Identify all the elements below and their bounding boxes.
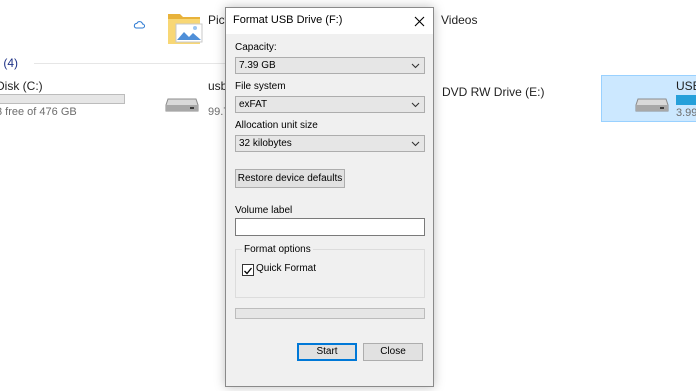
- usb-tile-free-space: 3.99: [676, 107, 696, 119]
- start-button[interactable]: Start: [297, 343, 357, 361]
- restore-defaults-button[interactable]: Restore device defaults: [235, 169, 345, 188]
- cloud-icon: [133, 19, 145, 33]
- dvd-drive-name[interactable]: DVD RW Drive (E:): [442, 85, 544, 99]
- pictures-folder-icon[interactable]: [166, 10, 204, 49]
- quick-format-label[interactable]: Quick Format: [256, 263, 316, 274]
- volume-label-input[interactable]: [235, 218, 425, 236]
- format-dialog: Format USB Drive (F:) Capacity: 7.39 GB …: [225, 7, 434, 387]
- filesystem-value: exFAT: [239, 99, 268, 110]
- quick-format-checkbox[interactable]: [242, 264, 254, 276]
- filesystem-label: File system: [235, 81, 286, 92]
- drive-c-usage-bar: [0, 94, 125, 104]
- capacity-dropdown[interactable]: 7.39 GB: [235, 57, 425, 74]
- usb-drive-icon: [634, 95, 670, 118]
- usb-tile-name: USB: [676, 79, 696, 93]
- usb-drive-tile-selected[interactable]: USB 3.99: [601, 75, 696, 122]
- checkmark-icon: [244, 267, 253, 275]
- chevron-down-icon: [411, 63, 420, 69]
- allocation-label: Allocation unit size: [235, 120, 318, 131]
- drive-c-name[interactable]: Disk (C:): [0, 79, 43, 93]
- allocation-value: 32 kilobytes: [239, 138, 292, 149]
- volume-label-label: Volume label: [235, 205, 293, 216]
- usb-drive-icon[interactable]: [164, 95, 200, 118]
- format-progress-bar: [235, 308, 425, 319]
- format-options-group: Format options Quick Format: [235, 244, 425, 298]
- devices-section-header[interactable]: s (4): [0, 56, 18, 70]
- dialog-title: Format USB Drive (F:): [233, 14, 343, 26]
- dialog-titlebar[interactable]: Format USB Drive (F:): [226, 8, 433, 34]
- drive-c-free-space: 3 free of 476 GB: [0, 106, 77, 118]
- usb-tile-usage-bar: [676, 95, 696, 105]
- section-divider: [34, 63, 234, 64]
- capacity-value: 7.39 GB: [239, 60, 276, 71]
- videos-label[interactable]: Videos: [441, 13, 477, 27]
- chevron-down-icon: [411, 141, 420, 147]
- chevron-down-icon: [411, 102, 420, 108]
- close-icon: [414, 16, 424, 26]
- filesystem-dropdown[interactable]: exFAT: [235, 96, 425, 113]
- allocation-dropdown[interactable]: 32 kilobytes: [235, 135, 425, 152]
- dialog-close-button[interactable]: [405, 8, 433, 34]
- capacity-label: Capacity:: [235, 42, 277, 53]
- format-options-title: Format options: [242, 244, 313, 255]
- close-button[interactable]: Close: [363, 343, 423, 361]
